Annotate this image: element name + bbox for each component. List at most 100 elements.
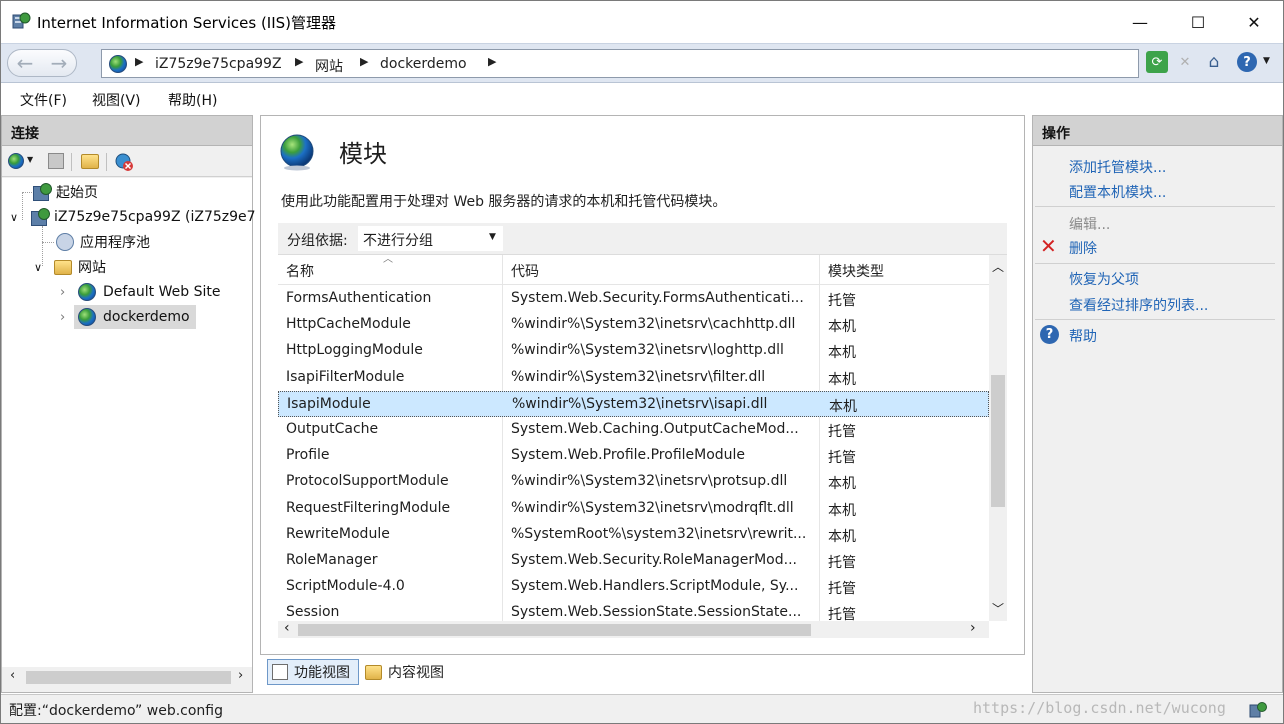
close-button[interactable]: ✕ bbox=[1225, 1, 1283, 43]
minimize-button[interactable]: — bbox=[1111, 1, 1169, 43]
menu-file[interactable]: 文件(F) bbox=[20, 90, 67, 110]
back-arrow-icon[interactable]: ← bbox=[10, 50, 40, 76]
scroll-left-icon[interactable]: ‹ bbox=[284, 620, 290, 636]
action-add-managed[interactable]: 添加托管模块... bbox=[1069, 157, 1166, 177]
stop-icon[interactable]: ✕ bbox=[1174, 51, 1196, 73]
table-row[interactable]: RoleManager System.Web.Security.RoleManag… bbox=[278, 548, 989, 574]
connect-icon[interactable] bbox=[8, 153, 24, 169]
action-revert[interactable]: 恢复为父项 bbox=[1069, 269, 1139, 289]
column-type[interactable]: 模块类型 bbox=[828, 261, 884, 281]
forward-arrow-icon[interactable]: → bbox=[44, 50, 74, 76]
scroll-right-icon[interactable]: › bbox=[238, 668, 243, 683]
tree-site-dockerdemo[interactable]: › dockerdemo bbox=[60, 305, 196, 329]
table-row[interactable]: Profile System.Web.Profile.ProfileModule 托… bbox=[278, 443, 989, 469]
column-divider[interactable] bbox=[819, 255, 820, 285]
tree-site-default[interactable]: › Default Web Site bbox=[60, 281, 220, 303]
cell-type: 本机 bbox=[829, 398, 857, 415]
table-row[interactable]: RewriteModule %SystemRoot%\system32\inets… bbox=[278, 522, 989, 548]
table-row[interactable]: OutputCache System.Web.Caching.OutputCach… bbox=[278, 417, 989, 443]
horizontal-scrollbar[interactable]: ‹ › bbox=[278, 620, 989, 638]
table-row[interactable]: Session System.Web.SessionState.SessionSt… bbox=[278, 600, 989, 621]
table-row[interactable]: IsapiFilterModule %windir%\System32\inets… bbox=[278, 365, 989, 391]
horizontal-scrollbar[interactable]: ‹ › bbox=[2, 667, 252, 687]
column-name[interactable]: 名称 bbox=[286, 261, 314, 281]
menu-help[interactable]: 帮助(H) bbox=[168, 90, 217, 110]
chevron-right-icon[interactable]: ▶ bbox=[295, 55, 303, 68]
selected-node: dockerdemo bbox=[74, 305, 196, 329]
scroll-right-icon[interactable]: › bbox=[970, 620, 976, 636]
connections-tree: 起始页 ∨ iZ75z9e75cpa99Z (iZ75z9e7 应用程序池 ∨ … bbox=[2, 178, 256, 667]
up-folder-icon[interactable] bbox=[81, 154, 99, 169]
actions-divider bbox=[1035, 206, 1275, 207]
cell-name: HttpLoggingModule bbox=[286, 342, 423, 359]
scroll-up-icon[interactable]: ︿ bbox=[992, 258, 1004, 275]
scroll-down-icon[interactable]: ﹀ bbox=[992, 600, 1004, 617]
chevron-right-icon[interactable]: ▶ bbox=[360, 55, 368, 68]
breadcrumb-server[interactable]: iZ75z9e75cpa99Z bbox=[155, 56, 282, 72]
save-icon[interactable] bbox=[48, 153, 64, 169]
cell-code: System.Web.Security.FormsAuthenticati... bbox=[511, 290, 804, 306]
table-row[interactable]: ScriptModule-4.0 System.Web.Handlers.Scri… bbox=[278, 574, 989, 600]
table-row[interactable]: FormsAuthentication System.Web.Security.F… bbox=[278, 286, 989, 312]
tree-sites[interactable]: ∨ 网站 bbox=[34, 256, 106, 278]
help-icon[interactable]: ? bbox=[1237, 52, 1257, 72]
menu-view[interactable]: 视图(V) bbox=[92, 90, 141, 110]
column-code[interactable]: 代码 bbox=[511, 261, 539, 281]
breadcrumb[interactable]: ▶ iZ75z9e75cpa99Z ▶ 网站 ▶ dockerdemo ▶ bbox=[101, 49, 1139, 78]
tree-start-page[interactable]: 起始页 bbox=[32, 181, 98, 203]
scroll-thumb[interactable] bbox=[298, 624, 811, 636]
table-row[interactable]: HttpLoggingModule %windir%\System32\inets… bbox=[278, 338, 989, 364]
breadcrumb-sites[interactable]: 网站 bbox=[315, 56, 343, 76]
table-row[interactable]: ProtocolSupportModule %windir%\System32\i… bbox=[278, 469, 989, 495]
group-by-select[interactable]: 不进行分组 ▼ bbox=[358, 226, 503, 251]
table-row[interactable]: RequestFilteringModule %windir%\System32\… bbox=[278, 496, 989, 522]
action-view-ordered[interactable]: 查看经过排序的列表... bbox=[1069, 295, 1208, 315]
table-row[interactable]: HttpCacheModule %windir%\System32\inetsrv… bbox=[278, 312, 989, 338]
chevron-right-icon[interactable]: › bbox=[60, 310, 74, 325]
disconnect-icon[interactable] bbox=[114, 152, 134, 172]
cell-code: %windir%\System32\inetsrv\modrqflt.dll bbox=[511, 499, 794, 516]
action-help[interactable]: 帮助 bbox=[1069, 326, 1097, 346]
vertical-scrollbar[interactable]: ︿ ﹀ bbox=[989, 255, 1007, 621]
content-view-icon bbox=[365, 664, 382, 680]
cell-type: 本机 bbox=[828, 371, 856, 388]
cell-name: RequestFilteringModule bbox=[286, 499, 451, 516]
column-divider[interactable] bbox=[502, 255, 503, 285]
cell-name: ProtocolSupportModule bbox=[286, 473, 449, 490]
tree-label: 起始页 bbox=[56, 185, 98, 201]
group-by-value: 不进行分组 bbox=[363, 233, 433, 249]
scroll-thumb[interactable] bbox=[26, 671, 231, 684]
cell-name: IsapiModule bbox=[287, 395, 371, 412]
scroll-left-icon[interactable]: ‹ bbox=[10, 668, 15, 683]
tree-server[interactable]: ∨ iZ75z9e75cpa99Z (iZ75z9e7 bbox=[10, 206, 256, 228]
home-icon[interactable]: ⌂ bbox=[1203, 51, 1225, 73]
maximize-button[interactable]: ☐ bbox=[1169, 1, 1227, 43]
breadcrumb-site[interactable]: dockerdemo bbox=[380, 56, 467, 72]
actions-divider bbox=[1035, 319, 1275, 320]
iis-app-icon bbox=[11, 11, 31, 31]
tab-content-view[interactable]: 内容视图 bbox=[363, 659, 463, 685]
chevron-down-icon[interactable]: ▼ bbox=[27, 155, 33, 164]
iis-manager-window: Internet Information Services (IIS)管理器 —… bbox=[0, 0, 1284, 724]
address-bar: ← → ▶ iZ75z9e75cpa99Z ▶ 网站 ▶ dockerdemo … bbox=[1, 43, 1283, 83]
chevron-down-icon[interactable]: ▼ bbox=[489, 232, 496, 242]
tree-label: 应用程序池 bbox=[80, 235, 150, 251]
chevron-right-icon[interactable]: › bbox=[60, 285, 74, 300]
page-title: 模块 bbox=[339, 140, 387, 168]
table-row[interactable]: IsapiModule %windir%\System32\inetsrv\isa… bbox=[278, 390, 989, 417]
sites-folder-icon bbox=[54, 259, 72, 275]
chevron-down-icon[interactable]: ∨ bbox=[10, 211, 24, 224]
action-config-native[interactable]: 配置本机模块... bbox=[1069, 182, 1166, 202]
cell-code: System.Web.SessionState.SessionState... bbox=[511, 604, 802, 621]
tab-feature-view[interactable]: 功能视图 bbox=[267, 659, 359, 685]
scroll-thumb[interactable] bbox=[991, 375, 1005, 507]
cell-type: 本机 bbox=[828, 528, 856, 545]
chevron-down-icon[interactable]: ▼ bbox=[1263, 56, 1270, 66]
refresh-icon[interactable]: ⟳ bbox=[1146, 51, 1168, 73]
action-delete[interactable]: 删除 bbox=[1069, 238, 1097, 258]
tree-app-pools[interactable]: 应用程序池 bbox=[56, 231, 150, 253]
chevron-right-icon[interactable]: ▶ bbox=[488, 55, 496, 68]
chevron-right-icon[interactable]: ▶ bbox=[135, 55, 143, 68]
chevron-down-icon[interactable]: ∨ bbox=[34, 261, 48, 274]
tab-label: 内容视图 bbox=[388, 665, 444, 681]
